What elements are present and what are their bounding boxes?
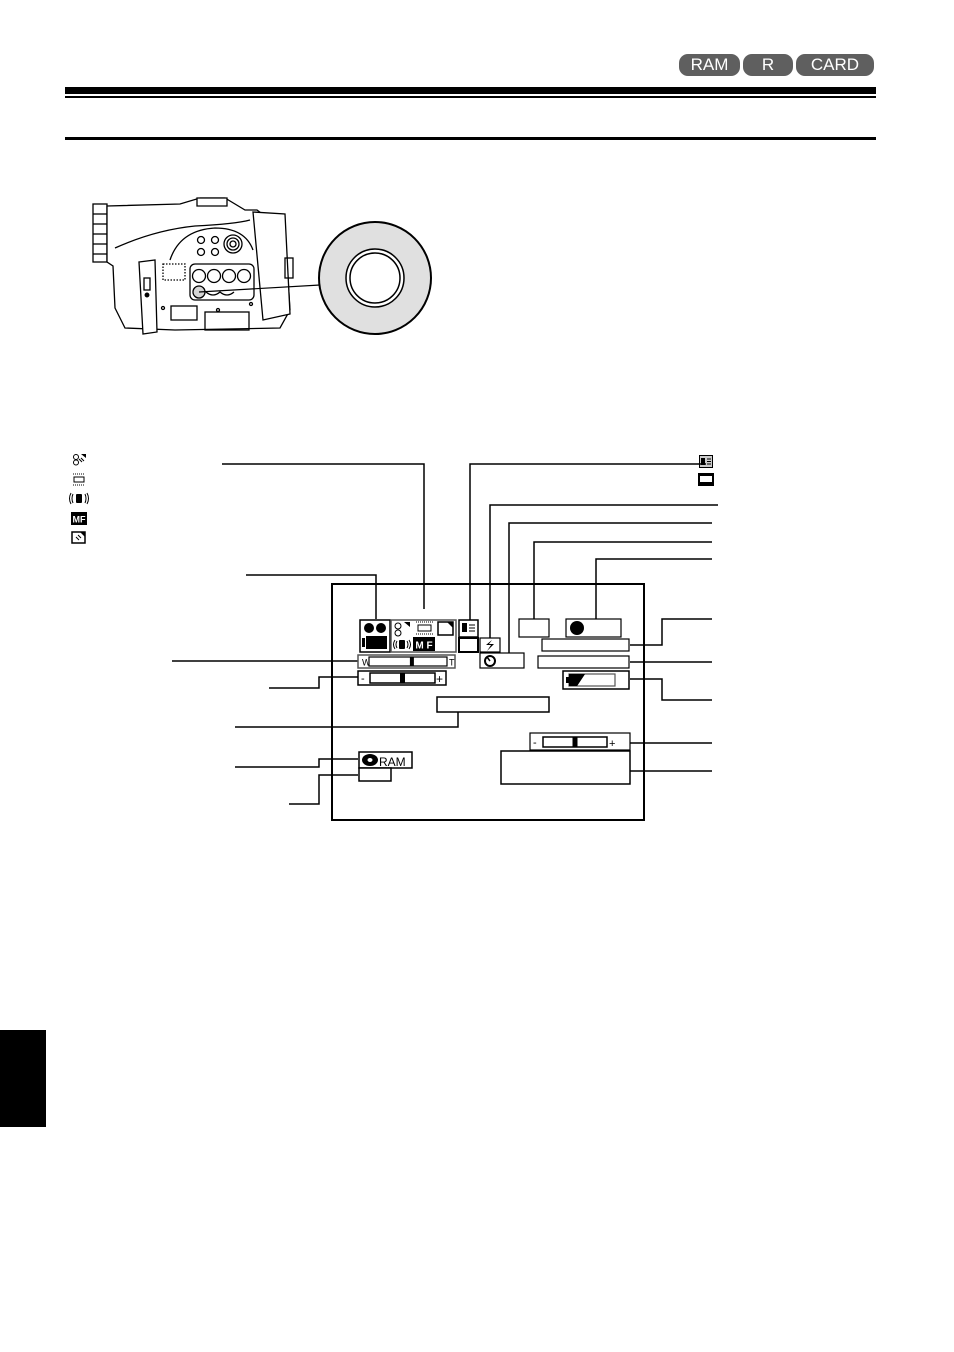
counter-box: [537, 655, 630, 669]
svg-text:+: +: [609, 738, 615, 750]
svg-text:-: -: [361, 673, 365, 685]
quality-box: [518, 618, 550, 638]
message-box: [500, 750, 631, 785]
leader-record-mode: [246, 574, 377, 619]
zoom-bar: W T: [357, 654, 456, 669]
volume-bar: - +: [529, 732, 631, 751]
leader-remaining-time: [630, 618, 712, 646]
leader-recording-status: [595, 558, 712, 619]
wide-mode-box: [458, 619, 479, 653]
recording-status-box: [565, 618, 622, 638]
leader-flash: [489, 504, 718, 638]
self-timer-box: [479, 652, 525, 669]
exposure-level-marker: [400, 673, 405, 683]
leader-disc-type: [235, 758, 358, 768]
volume-level-marker: [572, 737, 578, 747]
exposure-bar: - +: [357, 670, 447, 686]
leader-date-time: [235, 710, 459, 728]
date-time-box: [436, 696, 550, 713]
leader-disc-status: [289, 774, 358, 805]
program-ae-group: M F: [390, 619, 457, 653]
leader-battery: [630, 678, 712, 701]
zoom-level-marker: [409, 657, 414, 666]
svg-text:+: +: [436, 672, 443, 686]
svg-text:M F: M F: [415, 641, 432, 652]
disc-type-indicator: RAM: [358, 751, 413, 769]
flash-icon: [479, 637, 501, 653]
svg-text:T: T: [449, 658, 455, 668]
battery-indicator: [562, 670, 630, 690]
chapter-tab: [0, 1030, 46, 1127]
record-mode-icon: [359, 619, 391, 653]
leader-quality: [533, 541, 712, 619]
svg-text:RAM: RAM: [379, 755, 406, 769]
remaining-time-box: [541, 638, 630, 652]
leader-exposure-bar: [269, 676, 358, 689]
svg-text:-: -: [533, 737, 537, 749]
leader-program-ae: [222, 463, 425, 609]
osd-diagram: M F W T - + - + RAM: [172, 463, 718, 821]
disc-status-box: [358, 767, 392, 782]
